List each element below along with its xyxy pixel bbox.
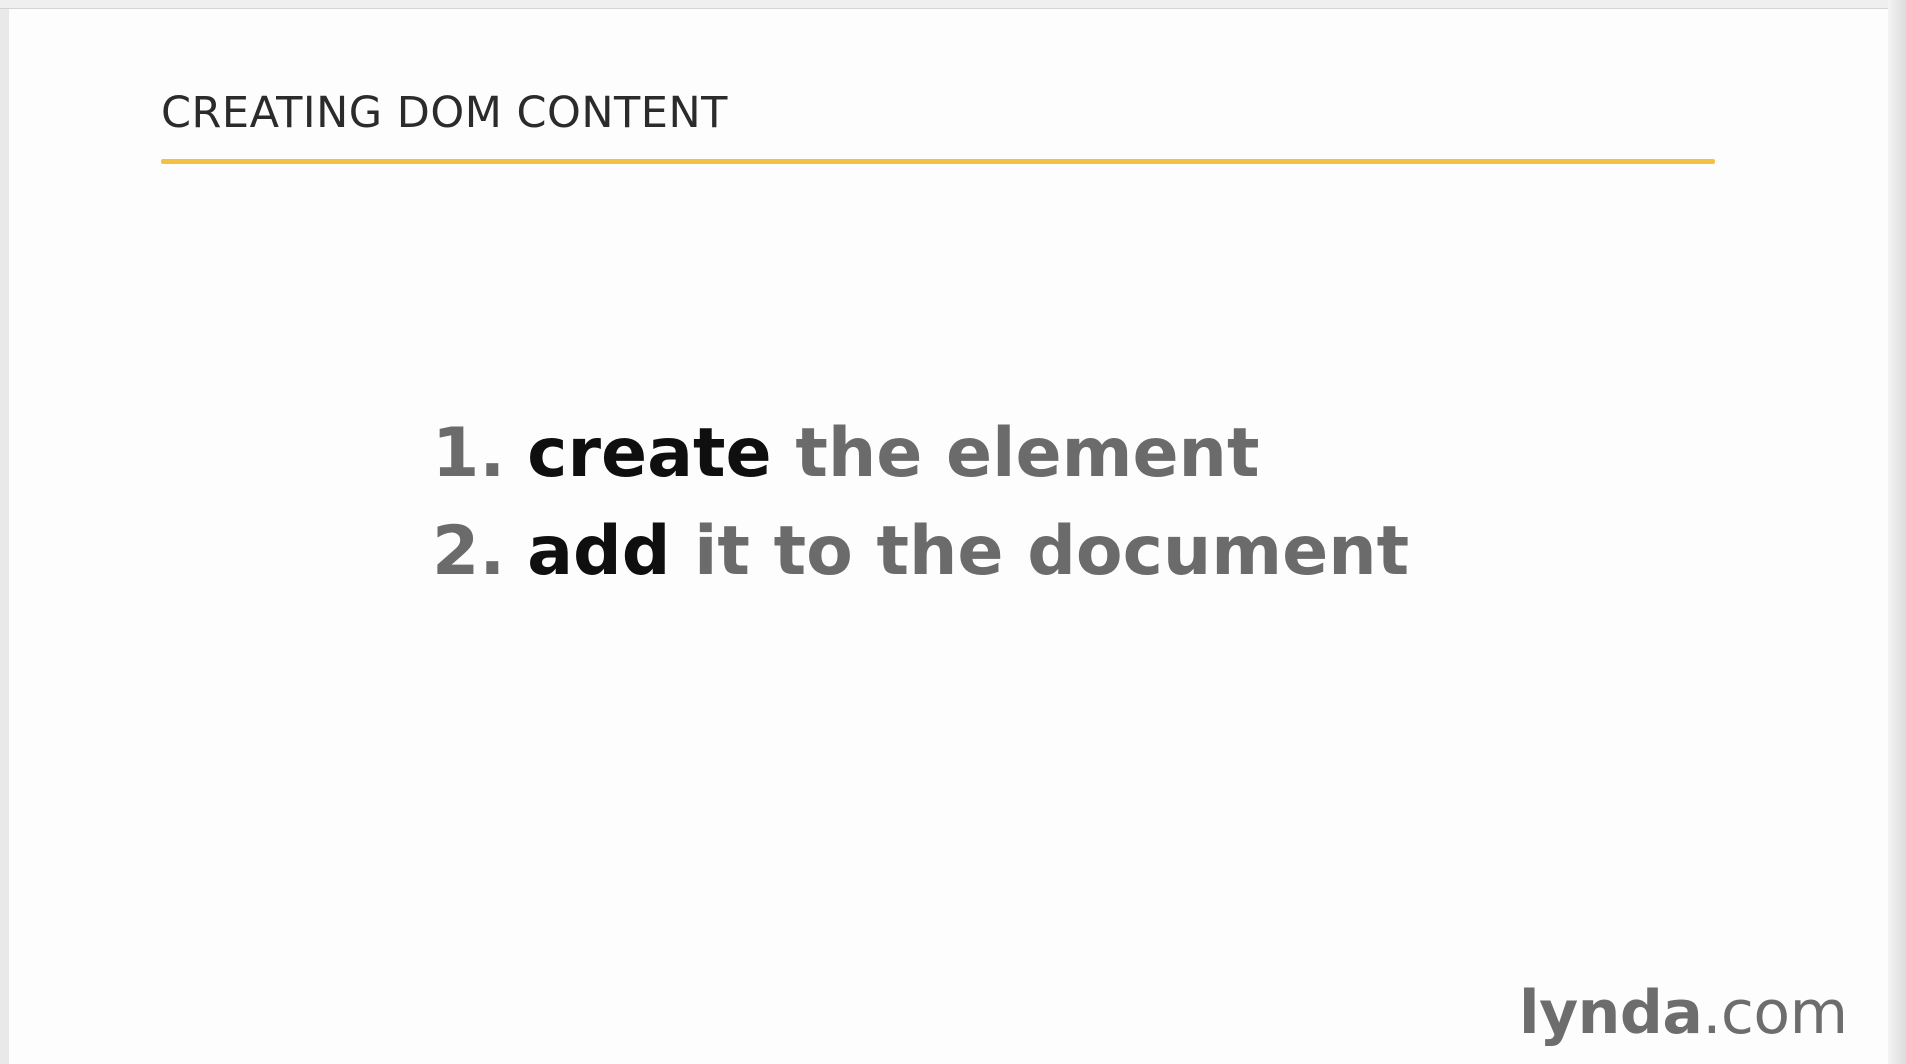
steps-list: 1. create the element 2. add it to the doc… bbox=[432, 405, 1409, 601]
top-border bbox=[0, 0, 1906, 9]
slide-title: CREATING DOM CONTENT bbox=[161, 88, 728, 138]
step-number: 2. bbox=[432, 512, 506, 591]
right-border bbox=[1888, 0, 1906, 1064]
step-item-1: 1. create the element bbox=[432, 405, 1409, 503]
step-rest: it to the document bbox=[694, 512, 1410, 591]
step-item-2: 2. add it to the document bbox=[432, 503, 1409, 601]
logo-suffix: .com bbox=[1702, 978, 1848, 1048]
title-underline bbox=[161, 159, 1715, 164]
logo-main: lynda bbox=[1519, 978, 1703, 1048]
brand-logo: lynda.com bbox=[1519, 978, 1848, 1048]
step-verb: add bbox=[527, 512, 671, 591]
step-verb: create bbox=[527, 414, 772, 493]
presentation-frame: CREATING DOM CONTENT 1. create the elemen… bbox=[0, 0, 1906, 1064]
step-rest: the element bbox=[795, 414, 1260, 493]
step-number: 1. bbox=[432, 414, 506, 493]
